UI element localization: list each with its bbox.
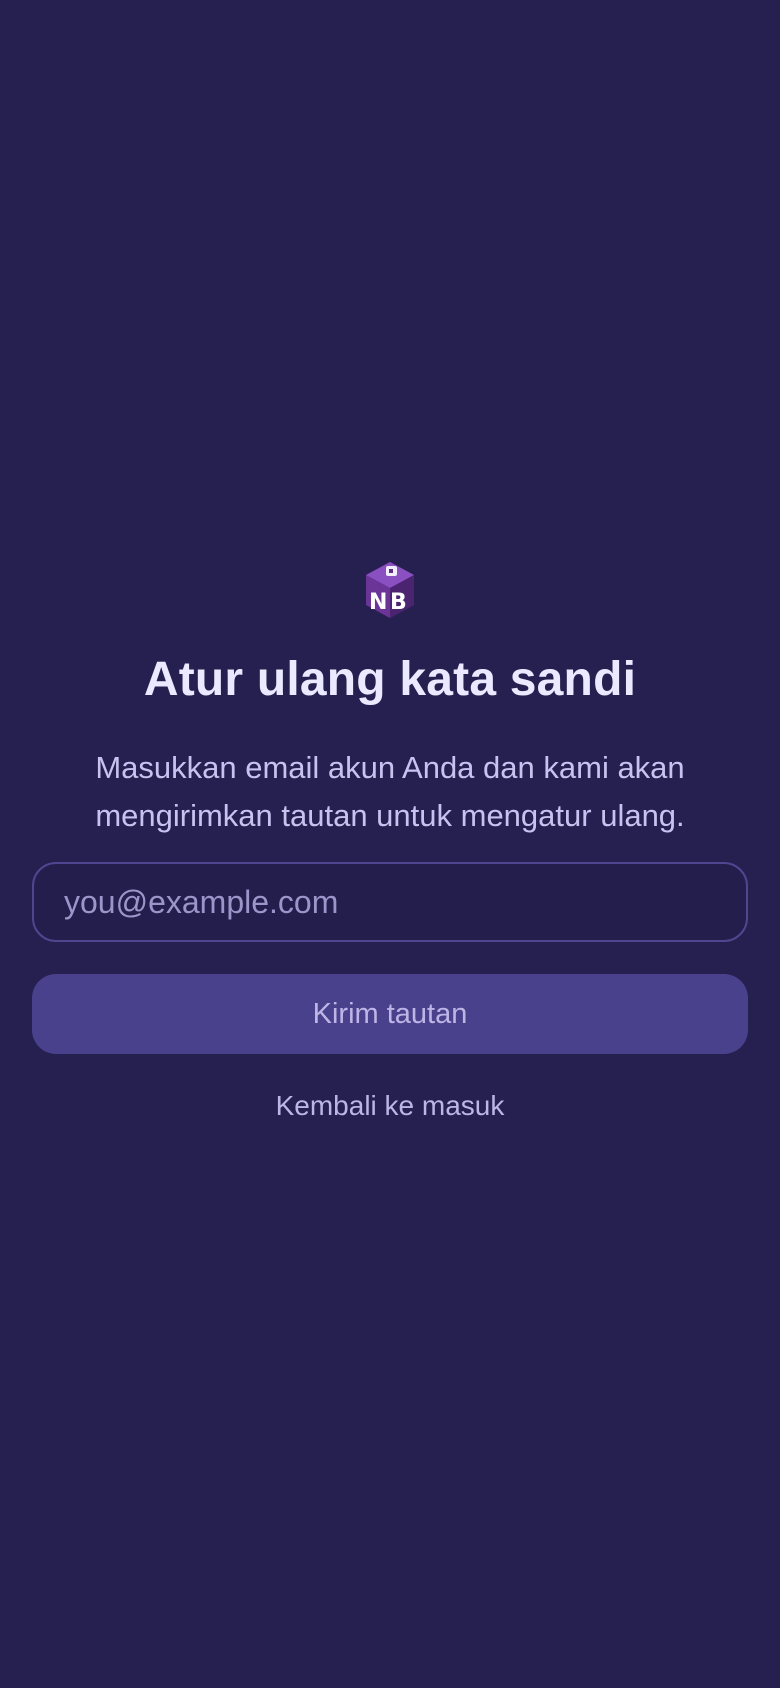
send-link-button[interactable]: Kirim tautan xyxy=(32,974,748,1054)
back-to-login-link[interactable]: Kembali ke masuk xyxy=(0,1086,780,1126)
page-title: Atur ulang kata sandi xyxy=(143,653,637,706)
svg-text:N: N xyxy=(369,590,387,615)
svg-text:B: B xyxy=(390,590,407,615)
nb-cube-logo-icon: N B xyxy=(366,562,414,618)
app-logo: N B xyxy=(362,560,418,620)
email-input[interactable] xyxy=(64,883,716,921)
reset-password-screen: N B Atur ulang kata sandi Masukkan email… xyxy=(0,0,780,1688)
page-description: Masukkan email akun Anda dan kami akan m… xyxy=(95,750,685,833)
email-field-container xyxy=(32,862,748,942)
